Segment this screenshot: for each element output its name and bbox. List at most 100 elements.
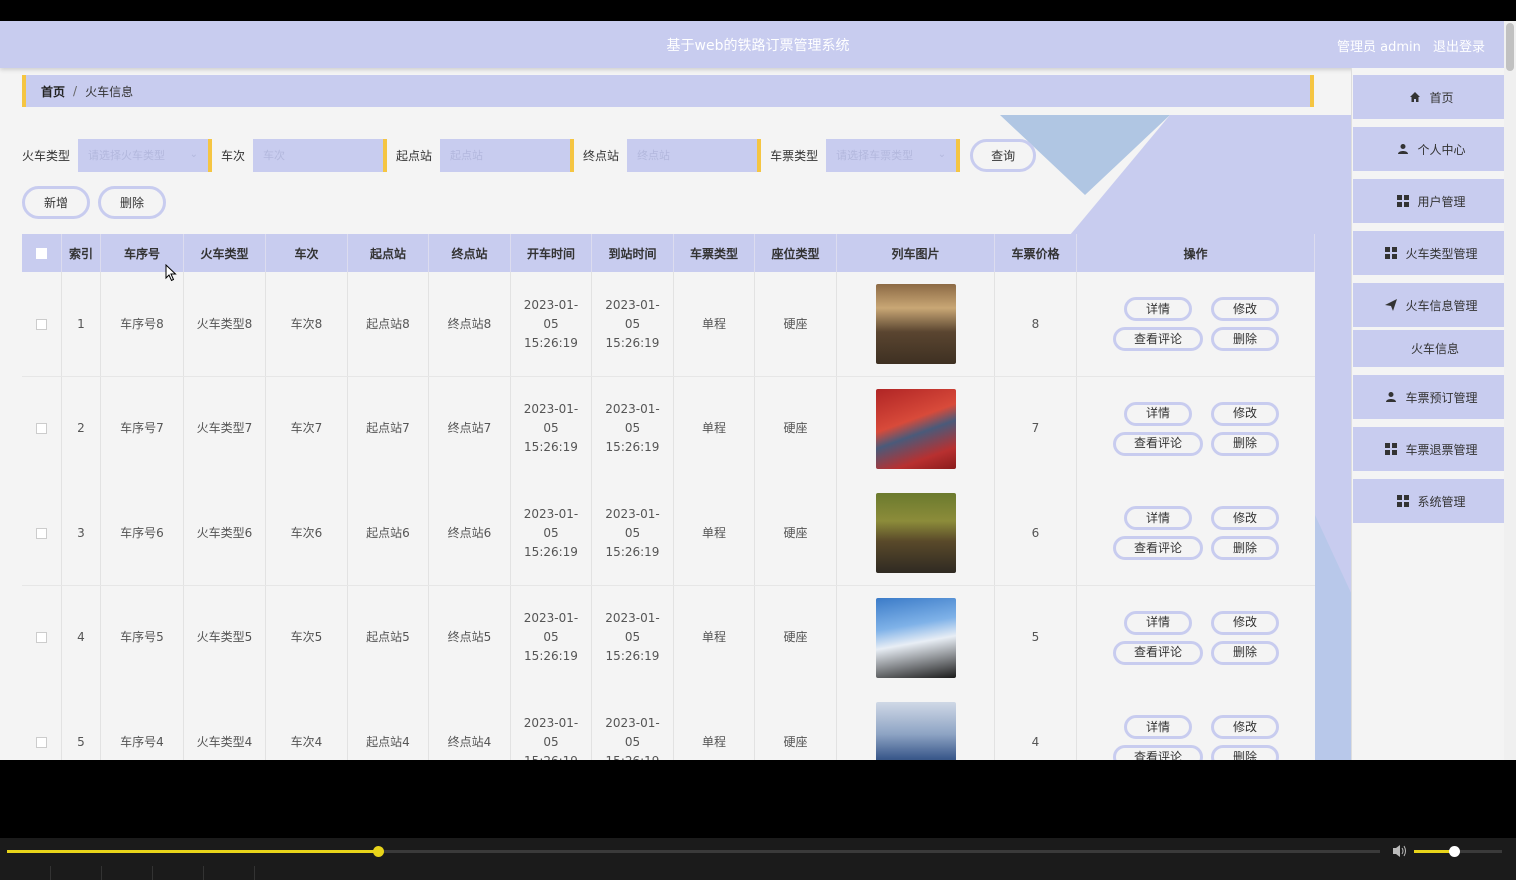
train-aisle-image[interactable] (875, 702, 956, 760)
table-row: 5车序号4火车类型4车次4起点站4终点站42023-01-05 15:26:19… (22, 690, 1315, 760)
cell-end: 终点站4 (429, 690, 511, 760)
cell-car-no: 车序号6 (101, 481, 184, 585)
volume-knob[interactable] (1448, 846, 1460, 857)
row-checkbox[interactable] (36, 527, 47, 539)
delete-button[interactable]: 删除 (1211, 431, 1279, 456)
row-checkbox[interactable] (36, 318, 47, 330)
detail-button[interactable]: 详情 (1124, 610, 1192, 635)
sidebar-item-profile[interactable]: 个人中心 (1353, 127, 1510, 171)
cell-car-no: 车序号8 (101, 272, 184, 376)
progress-track[interactable] (7, 850, 1380, 853)
select-all-checkbox[interactable] (36, 247, 47, 259)
delete-button[interactable]: 删除 (1211, 327, 1279, 351)
cell-seat-type: 硬座 (755, 272, 837, 376)
bullet-train-tablet-image[interactable] (875, 597, 956, 678)
sidebar-item-home[interactable]: 首页 (1353, 75, 1510, 119)
volume-fill (1414, 850, 1454, 853)
end-station-placeholder: 终点站 (637, 149, 671, 162)
view-comments-button[interactable]: 查看评论 (1113, 327, 1203, 351)
th-ticket-type: 车票类型 (674, 234, 755, 272)
edit-button[interactable]: 修改 (1211, 715, 1279, 739)
table-header: 索引 车序号 火车类型 车次 起点站 终点站 开车时间 到站时间 车票类型 座位… (22, 234, 1315, 272)
row-checkbox[interactable] (36, 632, 47, 643)
cell-seat-type: 硬座 (755, 690, 837, 760)
cell-seat-type: 硬座 (755, 585, 837, 690)
edit-button[interactable]: 修改 (1211, 297, 1279, 321)
cell-seat-type: 硬座 (755, 376, 837, 481)
cell-depart: 2023-01-05 15:26:19 (511, 272, 592, 376)
row-checkbox-cell (22, 481, 62, 585)
delete-button[interactable]: 删除 (1211, 745, 1279, 760)
table-row: 3 车序号6 火车类型6 车次6 起点站6 终点站6 2023-01-05 15:26:19… (22, 481, 1315, 586)
delete-button[interactable]: 删除 (1211, 640, 1279, 665)
end-station-input[interactable]: 终点站 (627, 138, 762, 172)
grid-icon (1397, 495, 1410, 507)
detail-button[interactable]: 详情 (1124, 297, 1192, 321)
progress-knob[interactable] (372, 846, 384, 857)
batch-delete-button[interactable]: 删除 (98, 186, 166, 219)
scrollbar-thumb[interactable] (1506, 23, 1514, 71)
cell-arrive: 2023-01-05 15:26:19 (592, 376, 674, 481)
sidebar-item-system[interactable]: 系统管理 (1353, 479, 1510, 523)
start-station-placeholder: 起点站 (450, 149, 484, 162)
ticket-type-select[interactable]: 请选择车票类型 ⌄ (826, 138, 961, 172)
row-checkbox[interactable] (36, 423, 47, 434)
row-actions: 详情 修改 查看评论 删除 (1113, 610, 1279, 665)
train-no-label: 车次 (221, 148, 246, 163)
view-comments-button[interactable]: 查看评论 (1113, 745, 1203, 760)
cell-depart: 2023-01-05 15:26:19 (511, 376, 592, 481)
view-comments-button[interactable]: 查看评论 (1113, 640, 1203, 665)
train-no-input[interactable]: 车次 (253, 138, 388, 172)
sidebar-item-train-types[interactable]: 火车类型管理 (1353, 231, 1510, 275)
cell-train-type: 火车类型4 (184, 690, 266, 760)
railway-track-image[interactable] (875, 493, 956, 573)
edit-button[interactable]: 修改 (1211, 506, 1279, 530)
cell-depart: 2023-01-05 15:26:19 (511, 585, 592, 690)
user-icon (1385, 391, 1397, 403)
sidebar-item-bookings[interactable]: 车票预订管理 (1353, 375, 1510, 419)
cell-car-no: 车序号7 (101, 376, 184, 481)
send-icon (1385, 299, 1398, 311)
cell-price: 5 (995, 585, 1077, 690)
view-comments-button[interactable]: 查看评论 (1113, 431, 1203, 456)
cell-car-no: 车序号4 (101, 690, 184, 760)
cell-image (837, 376, 995, 481)
cell-train-type: 火车类型5 (184, 585, 266, 690)
sidebar-item-users[interactable]: 用户管理 (1353, 179, 1510, 223)
red-landscape-train-image[interactable] (875, 388, 956, 469)
sidebar-label: 车票退票管理 (1405, 442, 1478, 457)
query-button[interactable]: 查询 (970, 138, 1037, 172)
row-checkbox-cell (22, 690, 62, 760)
cell-price: 7 (995, 376, 1077, 481)
page-scrollbar[interactable] (1504, 21, 1516, 760)
chevron-down-icon: ⌄ (937, 148, 947, 160)
detail-button[interactable]: 详情 (1124, 401, 1192, 426)
train-interior-image[interactable] (875, 284, 956, 364)
edit-button[interactable]: 修改 (1211, 401, 1279, 426)
breadcrumb-home[interactable]: 首页 (41, 83, 65, 100)
logout-link[interactable]: 退出登录 (1433, 40, 1485, 55)
train-type-placeholder: 请选择火车类型 (88, 149, 166, 162)
cell-ticket-type: 单程 (674, 585, 755, 690)
delete-button[interactable]: 删除 (1211, 536, 1279, 560)
edit-button[interactable]: 修改 (1211, 610, 1279, 635)
breadcrumb: 首页 / 火车信息 (22, 75, 1314, 107)
row-checkbox[interactable] (36, 736, 47, 748)
sidebar-subitem-train-info[interactable]: 火车信息 (1353, 330, 1516, 367)
sidebar-item-refunds[interactable]: 车票退票管理 (1353, 427, 1510, 471)
detail-button[interactable]: 详情 (1124, 506, 1192, 530)
cell-index: 3 (62, 481, 101, 585)
detail-button[interactable]: 详情 (1124, 715, 1192, 739)
cell-arrive: 2023-01-05 15:26:19 (592, 585, 674, 690)
grid-icon (1385, 443, 1398, 455)
volume-icon[interactable] (1392, 844, 1408, 858)
table-row: 2 车序号7 火车类型7 车次7 起点站7 终点站7 2023-01-05 15:26:19… (22, 376, 1315, 482)
media-segments (0, 866, 255, 880)
sidebar: 首页 个人中心 用户管理 火车类型管理 火车信息管理 火车信息 车票预订管理 车… (1351, 68, 1516, 760)
sidebar-item-train-info[interactable]: 火车信息管理 (1353, 283, 1510, 327)
train-type-select[interactable]: 请选择火车类型 ⌄ (78, 138, 213, 172)
cell-train-no: 车次5 (266, 585, 348, 690)
add-button[interactable]: 新增 (22, 186, 90, 219)
start-station-input[interactable]: 起点站 (440, 138, 575, 172)
view-comments-button[interactable]: 查看评论 (1113, 536, 1203, 560)
